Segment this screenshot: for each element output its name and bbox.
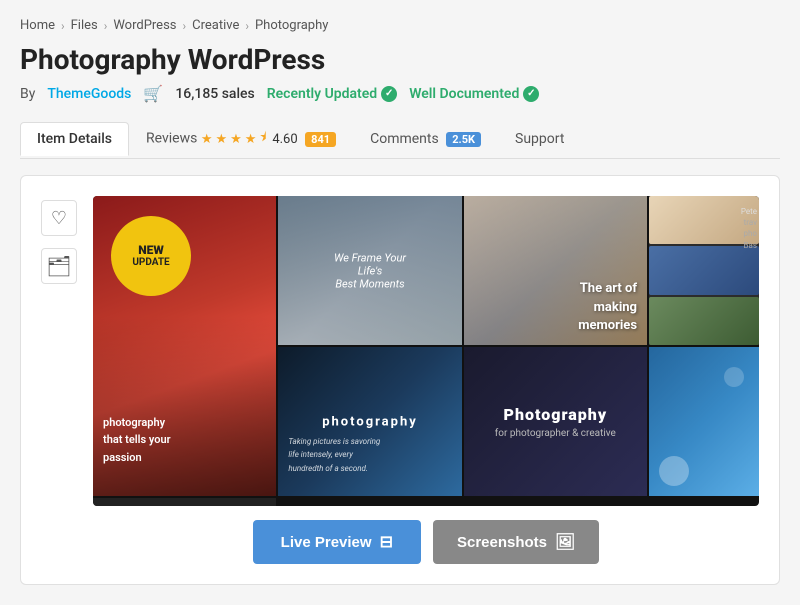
star-3: ★ [230,132,242,147]
breadcrumb-files[interactable]: Files [71,18,98,33]
breadcrumb-home[interactable]: Home [20,18,55,33]
breadcrumb-creative[interactable]: Creative [192,18,239,33]
cell8-thumbs [93,498,276,506]
page-wrapper: Home › Files › WordPress › Creative › Ph… [0,0,800,605]
tab-stars: ★ ★ ★ ★ ⯨ 4.60 [201,128,298,150]
well-documented-check: ✓ [523,86,539,102]
collage-cell-5: photography Taking pictures is savoringl… [278,347,461,496]
breadcrumb: Home › Files › WordPress › Creative › Ph… [20,18,780,33]
rating-value: 4.60 [272,132,297,147]
sidebar-icons: ♡ 🗂 [41,196,77,564]
heart-icon: ♡ [51,208,67,229]
breadcrumb-photography: Photography [255,18,328,33]
meta-row: By ThemeGoods 🛒 16,185 sales Recently Up… [20,84,780,103]
comment-count-badge: 2.5K [446,132,481,147]
new-update-badge: NEW UPDATE [111,216,191,296]
favorite-button[interactable]: ♡ [41,200,77,236]
by-label: By [20,86,35,102]
recently-updated-text: Recently Updated [267,86,377,102]
screenshots-label: Screenshots [457,534,547,551]
recently-updated-badge: Recently Updated ✓ [267,86,397,102]
collage-cell-7 [649,347,759,496]
collage-cell-6: Photography for photographer & creative [464,347,647,496]
update-text: UPDATE [132,257,169,269]
collage-cell-4: Pete travphoBas [649,196,759,345]
collage-cell-1: NEW UPDATE photographythat tells yourpas… [93,196,276,496]
tab-comments[interactable]: Comments 2.5K [353,122,498,155]
collage-cell-1-text: photographythat tells yourpassion [103,414,171,467]
live-preview-label: Live Preview [281,534,372,551]
cell6-subtitle: for photographer & creative [495,428,616,439]
cell4-name1: Pete [741,207,757,216]
monitor-icon: ⊟ [380,532,393,552]
new-text: NEW [138,243,164,257]
collage-cell-2: We Frame Your Life'sBest Moments [278,196,461,345]
cell4-thumb3 [649,297,759,345]
cell4-text: Pete travphoBas [741,206,757,251]
collection-button[interactable]: 🗂 [41,248,77,284]
well-documented-badge: Well Documented ✓ [409,86,539,102]
live-preview-button[interactable]: Live Preview ⊟ [253,520,421,564]
collage-cell-8: PeteJoh [93,498,276,506]
breadcrumb-sep-3: › [183,19,187,33]
well-documented-text: Well Documented [409,86,519,102]
tab-reviews-label: Reviews [146,131,197,147]
preview-image: NEW UPDATE photographythat tells yourpas… [93,196,759,506]
flower1 [659,456,689,486]
cell4-detail: travphoBas [744,218,757,249]
breadcrumb-sep-4: › [245,19,249,33]
cell5-photo-text: photography [322,414,418,429]
main-card: ♡ 🗂 NEW UPDATE [20,175,780,585]
collage: NEW UPDATE photographythat tells yourpas… [93,196,759,506]
cell4-thumb2 [649,246,759,294]
tab-item-details[interactable]: Item Details [20,122,129,156]
tabs-row: Item Details Reviews ★ ★ ★ ★ ⯨ 4.60 841 … [20,119,780,159]
tab-reviews[interactable]: Reviews ★ ★ ★ ★ ⯨ 4.60 841 [129,119,353,158]
star-half: ⯨ [259,128,266,150]
cell6-text-block: Photography for photographer & creative [485,395,626,449]
star-2: ★ [215,132,227,147]
tab-comments-label: Comments [370,131,439,147]
star-4: ★ [245,132,257,147]
author-link[interactable]: ThemeGoods [47,86,131,102]
breadcrumb-wordpress[interactable]: WordPress [113,18,176,33]
flower2 [724,367,744,387]
cell1-overlay [93,316,276,496]
collage-cell-3: The art ofmakingmemories [464,196,647,345]
preview-section: NEW UPDATE photographythat tells yourpas… [93,196,759,564]
page-title: Photography WordPress [20,43,780,76]
collage-cell-3-text: The art ofmakingmemories [578,280,637,335]
collage-cell-5-text: Taking pictures is savoringlife intensel… [288,436,380,477]
cell6-photography: Photography [495,405,616,424]
folder-icon: 🗂 [46,254,71,279]
bottom-buttons: Live Preview ⊟ Screenshots 🖼 [93,520,759,564]
collage-cell-2-text: We Frame Your Life'sBest Moments [324,251,416,290]
screenshots-button[interactable]: Screenshots 🖼 [433,520,599,564]
image-icon: 🖼 [555,532,575,552]
recently-updated-check: ✓ [381,86,397,102]
breadcrumb-sep-1: › [61,19,65,33]
breadcrumb-sep-2: › [104,19,108,33]
tab-support[interactable]: Support [498,122,581,155]
cart-icon: 🛒 [143,84,163,103]
sales-count: 16,185 sales [175,86,254,102]
star-1: ★ [201,132,213,147]
review-count-badge: 841 [305,132,336,147]
